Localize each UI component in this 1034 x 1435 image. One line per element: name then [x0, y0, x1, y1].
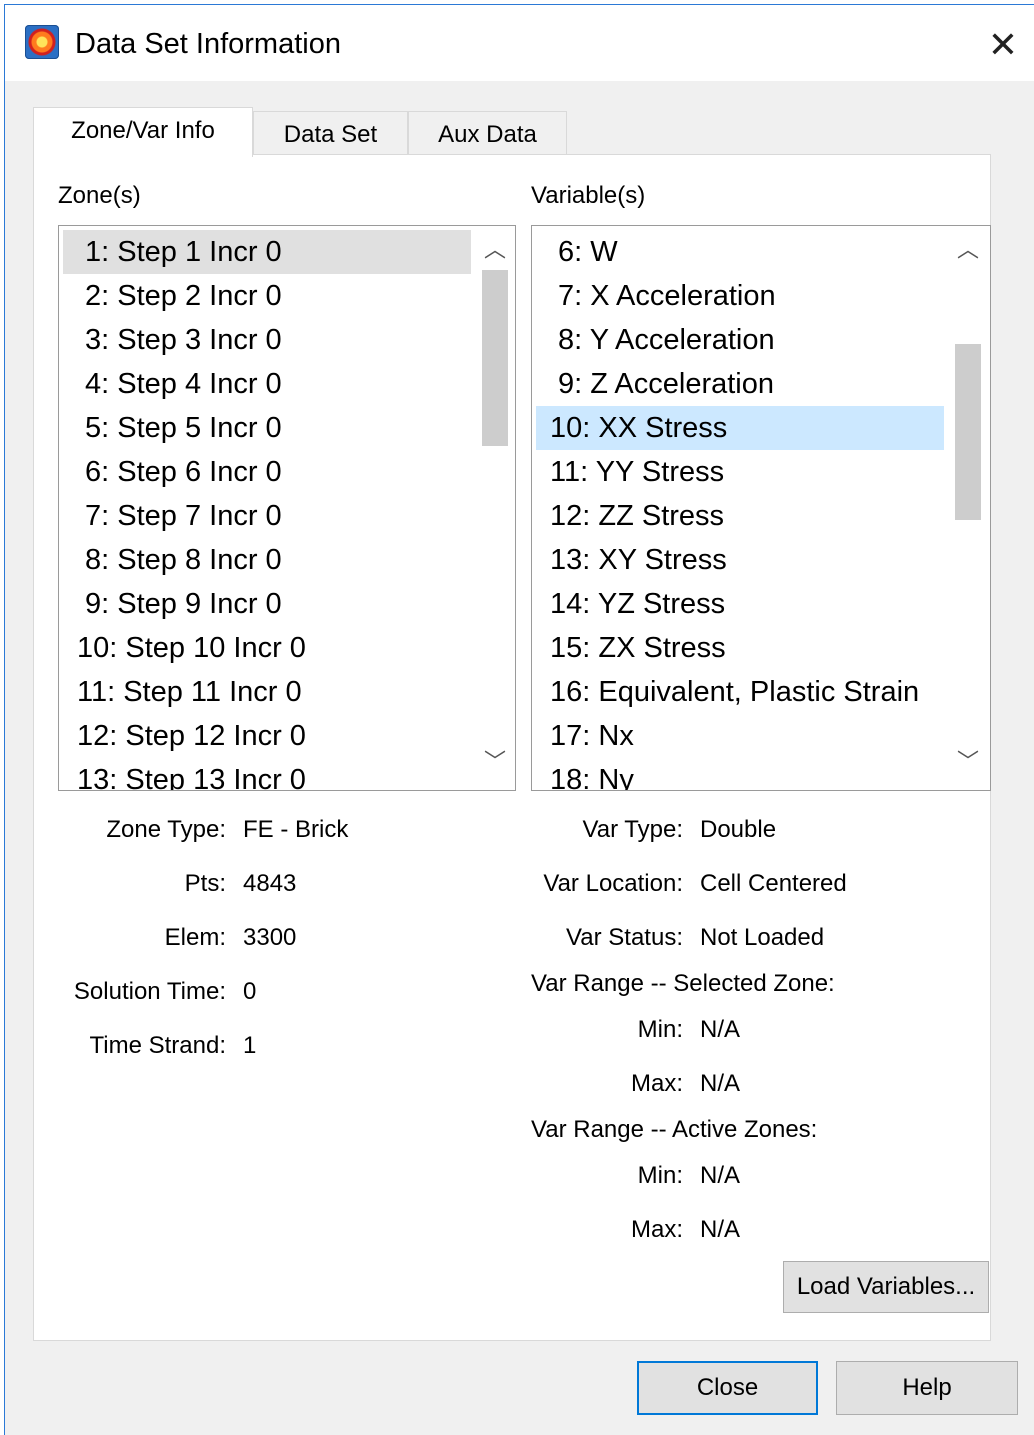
zones-listbox[interactable]: 13: Step 13 Incr 0 12: Step 12 Incr 0 11: … [58, 225, 516, 791]
zone-list-item[interactable]: 1: Step 1 Incr 0 [63, 230, 471, 274]
variable-list-item[interactable]: 14: YZ Stress [536, 582, 944, 626]
variable-list-item[interactable]: 7: X Acceleration [536, 274, 944, 318]
variables-listbox[interactable]: 18: Ny 17: Nx 16: Equivalent, Plastic Stra… [531, 225, 991, 791]
close-icon[interactable]: ✕ [981, 23, 1025, 67]
var-type-label: Var Type: [582, 816, 684, 843]
selected-min-value: N/A [700, 1016, 741, 1043]
help-button[interactable]: Help [836, 1361, 1018, 1415]
var-status-label: Var Status: [566, 924, 683, 951]
load-variables-button[interactable]: Load Variables... [783, 1261, 989, 1313]
range-active-label: Var Range -- Active Zones: [531, 1116, 818, 1143]
zone-list-item[interactable]: 8: Step 8 Incr 0 [63, 538, 471, 582]
scroll-up-icon[interactable]: ︿ [948, 230, 988, 270]
close-button[interactable]: Close [637, 1361, 818, 1415]
variable-list-item[interactable]: 8: Y Acceleration [536, 318, 944, 362]
active-min-label: Min: [637, 1162, 683, 1189]
active-max-value: N/A [700, 1216, 741, 1243]
variable-list-item[interactable]: 13: XY Stress [536, 538, 944, 582]
selected-max-value: N/A [700, 1070, 741, 1097]
var-type-value: Double [700, 816, 777, 843]
scroll-down-icon[interactable]: ﹀ [475, 742, 515, 782]
window-title: Data Set Information [75, 28, 341, 60]
zone-list-item[interactable]: 9: Step 9 Incr 0 [63, 582, 471, 626]
dialog-window: Data Set Information ✕ Zone/Var Info Dat… [4, 4, 1034, 1435]
variable-list-item[interactable]: 10: XX Stress [536, 406, 944, 450]
var-location-label: Var Location: [543, 870, 683, 897]
tab-data-set[interactable]: Data Set [253, 111, 408, 157]
variable-list-item[interactable]: 9: Z Acceleration [536, 362, 944, 406]
variable-list-item[interactable]: 17: Nx [536, 714, 944, 758]
zones-scrollbar[interactable]: ︿ ﹀ [475, 226, 515, 790]
variable-list-item[interactable]: 6: W [536, 230, 944, 274]
zone-list-item[interactable]: 13: Step 13 Incr 0 [63, 758, 471, 790]
tab-aux-data[interactable]: Aux Data [408, 111, 567, 157]
zone-list-item[interactable]: 5: Step 5 Incr 0 [63, 406, 471, 450]
elem-label: Elem: [164, 924, 226, 951]
variable-list-item[interactable]: 18: Ny [536, 758, 944, 790]
pts-value: 4843 [243, 870, 297, 897]
app-icon [25, 25, 59, 59]
selected-max-label: Max: [630, 1070, 683, 1097]
scroll-up-icon[interactable]: ︿ [475, 230, 515, 270]
tab-zone-var-info[interactable]: Zone/Var Info [33, 107, 253, 157]
solution-time-value: 0 [243, 978, 257, 1005]
variables-label: Variable(s) [531, 182, 646, 209]
zone-list-item[interactable]: 10: Step 10 Incr 0 [63, 626, 471, 670]
range-selected-label: Var Range -- Selected Zone: [531, 970, 835, 997]
time-strand-value: 1 [243, 1032, 257, 1059]
var-location-value: Cell Centered [700, 870, 847, 897]
zone-list-item[interactable]: 2: Step 2 Incr 0 [63, 274, 471, 318]
zone-list-item[interactable]: 4: Step 4 Incr 0 [63, 362, 471, 406]
variables-scrollbar[interactable]: ︿ ﹀ [948, 226, 988, 790]
selected-min-label: Min: [637, 1016, 683, 1043]
variable-list-item[interactable]: 15: ZX Stress [536, 626, 944, 670]
zones-scroll-thumb[interactable] [482, 270, 508, 446]
zone-list-item[interactable]: 3: Step 3 Incr 0 [63, 318, 471, 362]
pts-label: Pts: [184, 870, 226, 897]
scroll-down-icon[interactable]: ﹀ [948, 742, 988, 782]
zone-list-item[interactable]: 11: Step 11 Incr 0 [63, 670, 471, 714]
title-bar: Data Set Information ✕ [5, 5, 1034, 81]
variable-list-item[interactable]: 12: ZZ Stress [536, 494, 944, 538]
var-status-value: Not Loaded [700, 924, 825, 951]
zones-label: Zone(s) [58, 182, 141, 209]
variable-list-item[interactable]: 11: YY Stress [536, 450, 944, 494]
active-max-label: Max: [630, 1216, 683, 1243]
time-strand-label: Time Strand: [89, 1032, 227, 1059]
zone-type-label: Zone Type: [106, 816, 226, 843]
solution-time-label: Solution Time: [73, 978, 226, 1005]
active-min-value: N/A [700, 1162, 741, 1189]
zone-list-item[interactable]: 12: Step 12 Incr 0 [63, 714, 471, 758]
elem-value: 3300 [243, 924, 297, 951]
zone-list-item[interactable]: 7: Step 7 Incr 0 [63, 494, 471, 538]
zone-type-value: FE - Brick [243, 816, 349, 843]
variables-scroll-thumb[interactable] [955, 344, 981, 520]
variable-list-item[interactable]: 16: Equivalent, Plastic Strain [536, 670, 944, 714]
zone-list-item[interactable]: 6: Step 6 Incr 0 [63, 450, 471, 494]
